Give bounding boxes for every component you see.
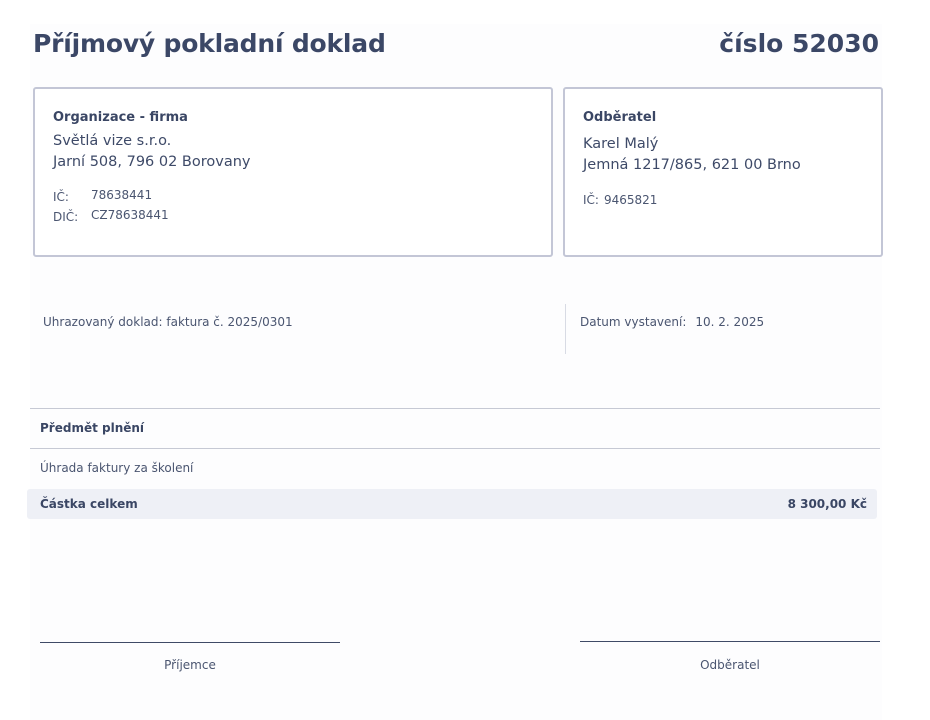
document-title: Příjmový pokladní doklad [33, 29, 386, 58]
issue-date: Datum vystavení: 10. 2. 2025 [580, 315, 764, 329]
organization-dic-value: CZ78638441 [91, 208, 169, 222]
customer-box: Odběratel Karel Malý Jemná 1217/865, 621… [563, 87, 883, 257]
customer-heading: Odběratel [583, 110, 657, 125]
subject-top-divider [30, 408, 880, 409]
document-number: číslo 52030 [719, 29, 879, 58]
subject-text: Úhrada faktury za školení [40, 461, 194, 475]
issue-date-label: Datum vystavení: [580, 315, 687, 329]
customer-ic-label: IČ: [583, 193, 599, 207]
paid-document: Uhrazovaný doklad: faktura č. 2025/0301 [43, 315, 293, 329]
customer-ic-value: 9465821 [604, 193, 658, 207]
total-label: Částka celkem [40, 497, 138, 511]
customer-name: Karel Malý [583, 136, 659, 152]
info-divider [565, 304, 566, 354]
customer-address: Jemná 1217/865, 621 00 Brno [583, 157, 801, 173]
receiver-signature-label: Příjemce [164, 658, 216, 672]
customer-signature-label: Odběratel [700, 658, 760, 672]
organization-heading: Organizace - firma [53, 110, 188, 125]
organization-ic-value: 78638441 [91, 188, 153, 202]
issue-date-value: 10. 2. 2025 [695, 315, 765, 329]
receiver-signature-line [40, 642, 340, 643]
organization-box: Organizace - firma Světlá vize s.r.o. Ja… [33, 87, 553, 257]
organization-address: Jarní 508, 796 02 Borovany [53, 154, 251, 170]
organization-dic-label: DIČ: [53, 210, 79, 224]
customer-signature-line [580, 641, 880, 642]
organization-ic-label: IČ: [53, 190, 69, 204]
subject-heading: Předmět plnění [40, 421, 145, 435]
subject-divider [30, 448, 880, 449]
organization-name: Světlá vize s.r.o. [53, 133, 172, 149]
total-row: Částka celkem 8 300,00 Kč [27, 489, 877, 519]
total-value: 8 300,00 Kč [787, 497, 867, 511]
